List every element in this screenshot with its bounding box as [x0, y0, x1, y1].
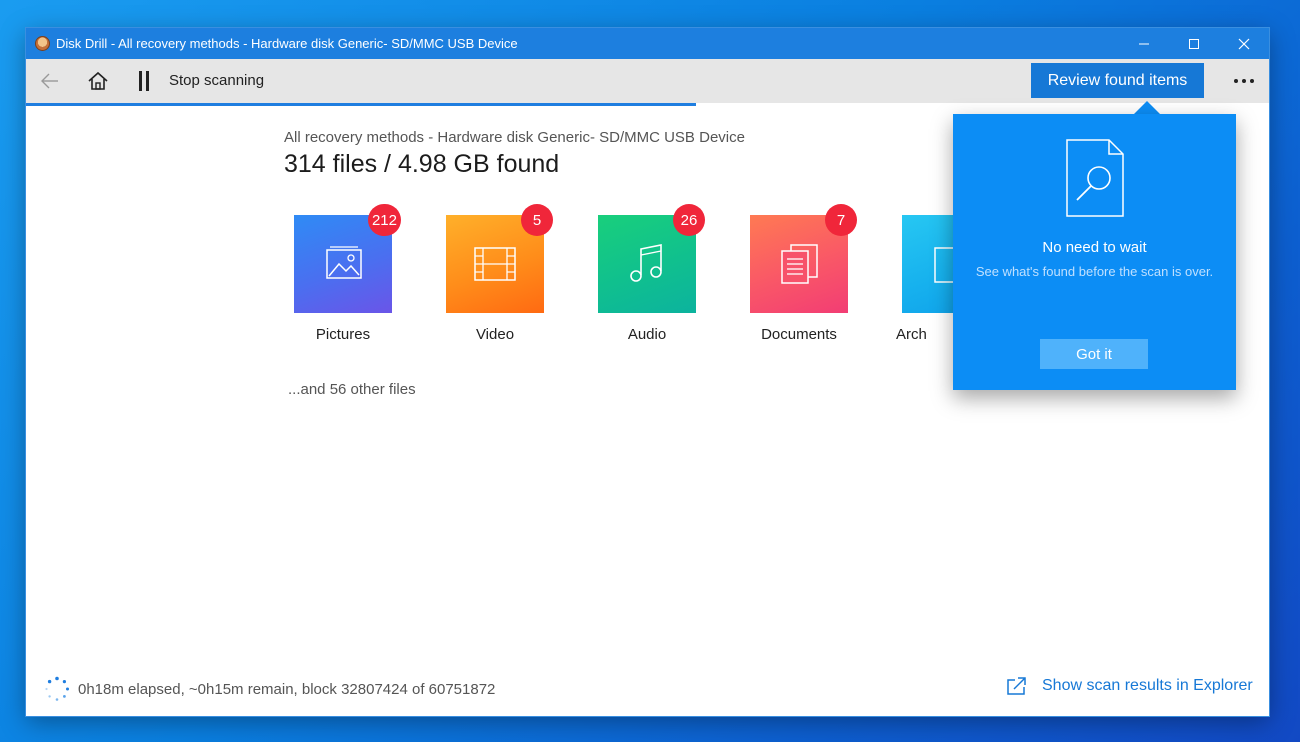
audio-label: Audio [627, 326, 667, 343]
toolbar: Stop scanning Review found items [26, 59, 1269, 103]
music-note-icon [630, 244, 662, 282]
minimize-button[interactable] [1119, 28, 1169, 59]
pause-icon[interactable] [139, 71, 151, 93]
picture-icon [326, 246, 362, 279]
maximize-button[interactable] [1169, 28, 1219, 59]
got-it-button[interactable]: Got it [1040, 339, 1148, 369]
title-bar: Disk Drill - All recovery methods - Hard… [26, 28, 1269, 59]
documents-label: Documents [761, 326, 837, 343]
home-icon [88, 71, 108, 90]
audio-tile[interactable]: 26 [598, 204, 705, 313]
close-button[interactable] [1219, 28, 1269, 59]
documents-count-badge: 7 [825, 204, 857, 236]
search-document-icon [1066, 139, 1124, 217]
other-files-link[interactable]: ...and 56 other files [288, 381, 416, 398]
video-tile[interactable]: 5 [446, 204, 553, 313]
more-dots-icon[interactable] [1230, 69, 1258, 93]
popup-arrow [1133, 101, 1161, 115]
home-button[interactable] [86, 69, 110, 93]
external-open-icon [1007, 677, 1026, 695]
film-icon [474, 247, 516, 281]
pictures-label: Pictures [315, 326, 371, 343]
documents-tile[interactable]: 7 [750, 204, 857, 313]
disk-drill-logo-icon [35, 36, 50, 51]
files-found-headline: 314 files / 4.98 GB found [284, 150, 560, 178]
pictures-count-badge: 212 [367, 204, 401, 236]
popup-title: No need to wait [1042, 239, 1147, 256]
window-controls [1119, 28, 1269, 59]
audio-count-badge: 26 [673, 204, 705, 236]
popup-description: See what's found before the scan is over… [975, 264, 1214, 279]
window-title: Disk Drill - All recovery methods - Hard… [56, 36, 518, 51]
document-icon [781, 244, 818, 284]
video-label: Video [475, 326, 515, 343]
scan-progress-bar [26, 103, 696, 106]
show-in-explorer-label[interactable]: Show scan results in Explorer [1042, 677, 1253, 695]
spinner-icon [45, 676, 69, 701]
video-count-badge: 5 [521, 204, 553, 236]
back-button[interactable] [38, 69, 62, 93]
no-need-to-wait-popup: No need to wait See what's found before … [953, 114, 1236, 390]
minimize-icon [1139, 43, 1149, 44]
stop-scanning-button[interactable]: Stop scanning [169, 72, 264, 89]
scan-subtitle: All recovery methods - Hardware disk Gen… [284, 129, 745, 146]
review-found-items-button[interactable]: Review found items [1031, 63, 1204, 98]
scan-status-text: 0h18m elapsed, ~0h15m remain, block 3280… [78, 680, 496, 698]
scan-status: 0h18m elapsed, ~0h15m remain, block 3280… [44, 676, 495, 702]
close-icon [1238, 38, 1250, 49]
show-in-explorer-link[interactable]: Show scan results in Explorer [1006, 676, 1253, 696]
maximize-icon [1189, 38, 1199, 49]
arrow-left-icon [41, 73, 58, 89]
pictures-tile[interactable]: 212 [294, 204, 401, 313]
